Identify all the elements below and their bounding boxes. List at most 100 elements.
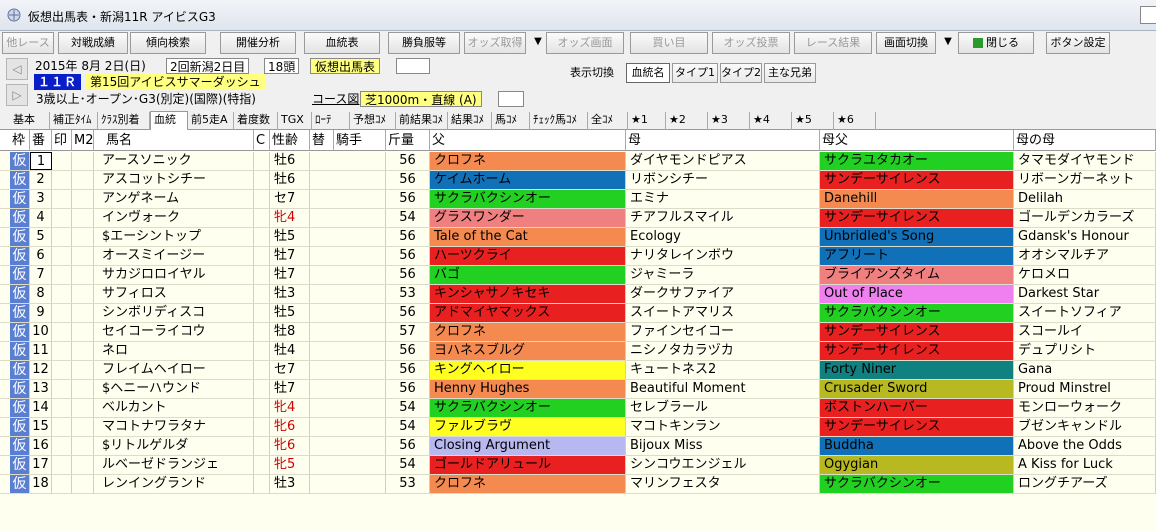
toolbar-button-12[interactable]: 閉じる: [958, 32, 1034, 54]
table-row[interactable]: 仮 18 レンイングランド 牡3 53 クロフネ マリンフェスタ サクラバクシンオー ロングチア…: [0, 475, 1156, 494]
header-kishu[interactable]: 騎手: [334, 130, 386, 151]
tab-18[interactable]: ★5: [792, 112, 834, 130]
sex-age-cell: セ7: [270, 190, 310, 208]
tab-8[interactable]: 予想ｺﾒ: [350, 112, 396, 130]
table-row[interactable]: 仮 14 ベルカント 牝4 54 サクラバクシンオー セレブラール ボストンハーバー モンローウ…: [0, 399, 1156, 418]
header-mf[interactable]: 母父: [820, 130, 1014, 151]
table-row[interactable]: 仮 2 アスコットシチー 牡6 56 ケイムホーム リボンシチー サンデーサイレンス リボーンガ…: [0, 171, 1156, 190]
header-in[interactable]: 印: [52, 130, 72, 151]
toolbar-button-11[interactable]: 画面切換: [876, 32, 936, 54]
table-row[interactable]: 仮 7 サカジロロイヤル 牡7 56 バゴ ジャミーラ ブライアンズタイム ケロメロ: [0, 266, 1156, 285]
header-fa[interactable]: 父: [430, 130, 626, 151]
odds-dropdown-icon[interactable]: ▼: [530, 32, 546, 54]
toolbar-button-3[interactable]: 開催分析: [220, 32, 296, 54]
m2-cell: [72, 247, 94, 265]
tab-10[interactable]: 結果ｺﾒ: [448, 112, 492, 130]
tab-6[interactable]: TGX: [278, 112, 312, 130]
table-row[interactable]: 仮 16 $リトルゲルダ 牝6 56 Closing Argument Bijoux Mis…: [0, 437, 1156, 456]
waku-cell: 仮: [10, 228, 30, 246]
tab-16[interactable]: ★3: [708, 112, 750, 130]
toolbar-button-8[interactable]: 買い目: [630, 32, 708, 54]
tab-1[interactable]: 補正ﾀｲﾑ: [50, 112, 98, 130]
toolbar-button-10[interactable]: レース結果: [794, 32, 872, 54]
tab-14[interactable]: ★1: [628, 112, 666, 130]
header-name[interactable]: 馬名: [94, 130, 254, 151]
tab-5[interactable]: 着度数: [234, 112, 278, 130]
header-kin[interactable]: 斤量: [386, 130, 430, 151]
m2-cell: [72, 190, 94, 208]
table-row[interactable]: 仮 15 マコトナワラタナ 牝6 54 ファルブラヴ マコトキンラン サンデーサイレンス ブゼン…: [0, 418, 1156, 437]
mode-input[interactable]: [396, 58, 430, 74]
header-ban[interactable]: 番: [30, 130, 52, 151]
tab-0[interactable]: 基本: [10, 112, 50, 130]
number-cell: 15: [30, 418, 52, 436]
m2-cell: [72, 152, 94, 170]
tab-9[interactable]: 前結果ｺﾒ: [396, 112, 448, 130]
m2-cell: [72, 342, 94, 360]
m2-cell: [72, 418, 94, 436]
view-button-2[interactable]: タイプ2: [720, 63, 762, 83]
dam-sire-cell: サンデーサイレンス: [820, 171, 1014, 189]
view-button-1[interactable]: タイプ1: [672, 63, 718, 83]
dam-dam-cell: リボーンガーネット: [1014, 171, 1156, 189]
view-button-0[interactable]: 血統名: [626, 63, 670, 83]
dam-dam-cell: ブゼンキャンドル: [1014, 418, 1156, 436]
course-map-link[interactable]: コース図: [312, 91, 359, 107]
toolbar-button-0[interactable]: 他レース: [2, 32, 54, 54]
c-cell: [254, 190, 270, 208]
waku-cell: 仮: [10, 209, 30, 227]
course-input[interactable]: [498, 91, 524, 107]
view-button-3[interactable]: 主な兄弟: [764, 63, 816, 83]
table-row[interactable]: 仮 10 セイコーライコウ 牡8 57 クロフネ ファインセイコー サンデーサイレンス スコール…: [0, 323, 1156, 342]
table-row[interactable]: 仮 13 $ヘニーハウンド 牡7 56 Henny Hughes Beautiful Mom…: [0, 380, 1156, 399]
table-row[interactable]: 仮 12 フレイムヘイロー セ7 56 キングヘイロー キュートネス2 Forty Niner…: [0, 361, 1156, 380]
toolbar-button-9[interactable]: オッズ投票: [712, 32, 790, 54]
tab-17[interactable]: ★4: [750, 112, 792, 130]
prev-race-icon[interactable]: ◁: [6, 58, 28, 80]
header-sei[interactable]: 性齢: [270, 130, 310, 151]
tab-7[interactable]: ﾛｰﾃ: [312, 112, 350, 130]
header-waku[interactable]: 枠: [10, 130, 30, 151]
toolbar-button-6[interactable]: オッズ取得: [464, 32, 526, 54]
tab-13[interactable]: 全ｺﾒ: [588, 112, 628, 130]
header-m2[interactable]: M2: [72, 130, 94, 151]
toolbar-button-1[interactable]: 対戦成績: [58, 32, 128, 54]
tab-19[interactable]: ★6: [834, 112, 876, 130]
waku-cell: 仮: [10, 380, 30, 398]
tab-4[interactable]: 前5走A: [188, 112, 234, 130]
title-bar: 仮想出馬表・新潟11R アイビスG3: [0, 0, 1156, 31]
tab-3[interactable]: 血統: [150, 111, 188, 131]
sex-age-cell: 牡8: [270, 323, 310, 341]
toolbar-button-5[interactable]: 勝負服等: [388, 32, 460, 54]
toolbar-button-2[interactable]: 傾向検索: [130, 32, 206, 54]
toolbar-button-13[interactable]: ボタン設定: [1046, 32, 1110, 54]
toolbar: 他レース 対戦成績 傾向検索 開催分析 血統表 勝負服等 オッズ取得 オッズ画面 買い目 オッズ投…: [0, 31, 1156, 55]
table-row[interactable]: 仮 11 ネロ 牡4 56 ヨハネスブルグ ニシノタカラヅカ サンデーサイレンス デュプリシト: [0, 342, 1156, 361]
table-row[interactable]: 仮 6 オースミイージー 牡7 56 ハーツクライ ナリタレインボウ アフリート オオシマルチア: [0, 247, 1156, 266]
header-mo[interactable]: 母: [626, 130, 820, 151]
number-cell: 7: [30, 266, 52, 284]
table-row[interactable]: 仮 1 アースソニック 牡6 56 クロフネ ダイヤモンドピアス サクラユタカオー タマモダイヤ…: [0, 152, 1156, 171]
tab-15[interactable]: ★2: [666, 112, 708, 130]
next-race-icon[interactable]: ▷: [6, 84, 28, 106]
header-kae[interactable]: 替: [310, 130, 334, 151]
table-row[interactable]: 仮 8 サフィロス 牡3 53 キンシャサノキセキ ダークサファイア Out of Place…: [0, 285, 1156, 304]
screen-dropdown-icon[interactable]: ▼: [940, 32, 956, 54]
header-mm[interactable]: 母の母: [1014, 130, 1156, 151]
table-row[interactable]: 仮 9 シンボリディスコ 牡5 56 アドマイヤマックス スイートアマリス サクラバクシンオー…: [0, 304, 1156, 323]
dam-dam-cell: Gana: [1014, 361, 1156, 379]
tab-2[interactable]: ｸﾗｽ別着: [98, 112, 150, 130]
window-close-icon[interactable]: [1140, 6, 1156, 24]
toolbar-button-7[interactable]: オッズ画面: [546, 32, 624, 54]
header-c[interactable]: C: [254, 130, 270, 151]
table-row[interactable]: 仮 5 $エーシントップ 牡5 56 Tale of the Cat Ecology Unbr…: [0, 228, 1156, 247]
dam-cell: ニシノタカラヅカ: [626, 342, 820, 360]
table-row[interactable]: 仮 17 ルベーゼドランジェ 牝5 54 ゴールドアリュール シンコウエンジェル Ogygia…: [0, 456, 1156, 475]
number-cell: 14: [30, 399, 52, 417]
table-row[interactable]: 仮 3 アンゲネーム セ7 56 サクラバクシンオー エミナ Danehill Delilah: [0, 190, 1156, 209]
toolbar-button-4[interactable]: 血統表: [304, 32, 380, 54]
table-row[interactable]: 仮 4 インヴォーク 牝4 54 グラスワンダー チアフルスマイル サンデーサイレンス ゴールデ…: [0, 209, 1156, 228]
tab-12[interactable]: ﾁｪｯｸ馬ｺﾒ: [530, 112, 588, 130]
tab-11[interactable]: 馬ｺﾒ: [492, 112, 530, 130]
weight-cell: 56: [386, 190, 430, 208]
